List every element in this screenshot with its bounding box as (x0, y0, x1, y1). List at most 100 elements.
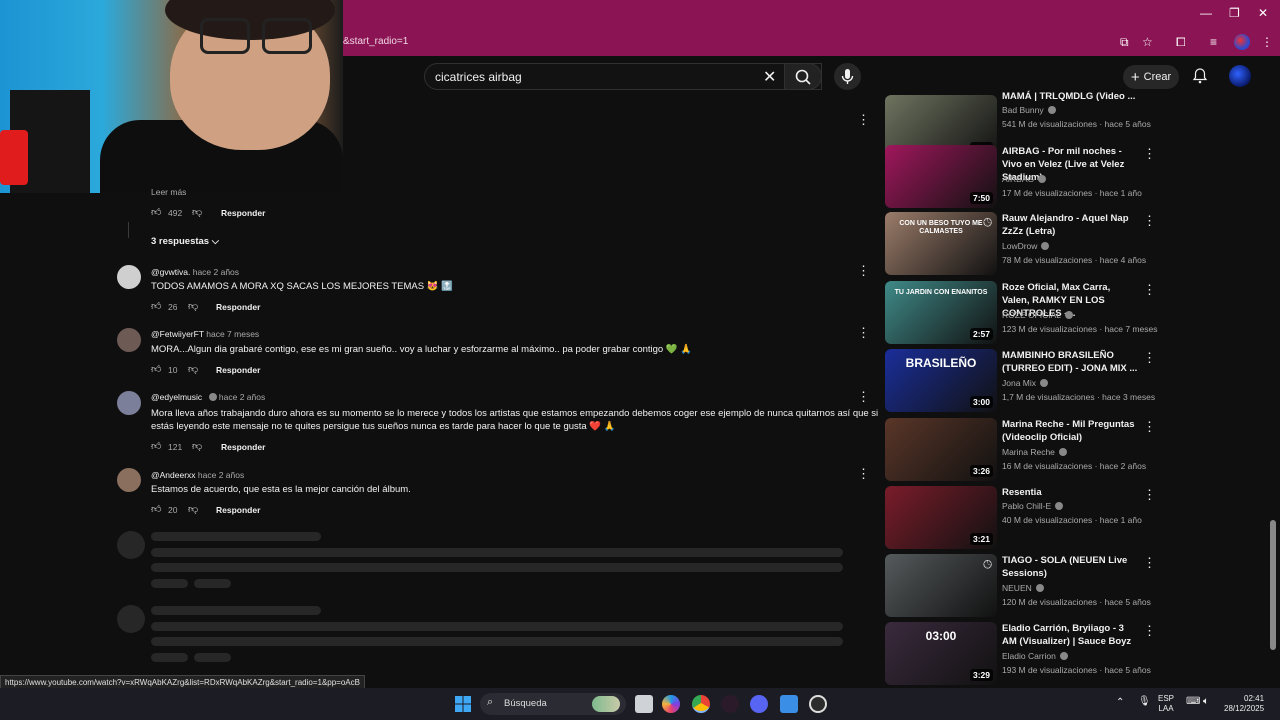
create-label: Crear (1143, 71, 1172, 83)
comment-avatar[interactable] (117, 391, 141, 415)
verified-icon (1047, 106, 1056, 114)
chrome-icon[interactable] (692, 695, 710, 713)
rec-thumbnail[interactable]: 7:50 (885, 145, 997, 208)
copilot-icon[interactable] (662, 695, 680, 713)
task-view-icon[interactable] (635, 695, 653, 713)
url-text[interactable]: &start_radio=1 (343, 36, 408, 47)
rec-title[interactable]: TIAGO - SOLA (NEUEN Live Sessions) (1002, 554, 1140, 580)
rec-thumbnail[interactable]: 03:00 3:29 (885, 622, 997, 685)
dislike-icon[interactable]: 👎︎ (188, 300, 198, 312)
comment-avatar[interactable] (117, 328, 141, 352)
rec-channel[interactable]: Pablo Chill-E (1002, 501, 1064, 511)
reply-button[interactable]: Responder (221, 442, 265, 452)
dislike-icon[interactable]: 👎︎ (188, 503, 198, 515)
watch-later-icon[interactable]: 🕒︎ (983, 559, 992, 572)
like-icon[interactable]: 👍︎ (151, 503, 161, 515)
rec-channel[interactable]: LowDrow (1002, 241, 1050, 251)
comment-menu-icon[interactable]: ⋮ (857, 113, 870, 126)
rec-thumbnail[interactable]: 3:21 (885, 486, 997, 549)
taskbar-search[interactable]: ⌕ Búsqueda (480, 693, 626, 715)
rec-title[interactable]: Marina Reche - Mil Preguntas (Videoclip … (1002, 418, 1140, 444)
rec-channel[interactable]: ROZE OFICIAL (1002, 310, 1074, 320)
like-icon[interactable]: 👍︎ (151, 363, 161, 375)
like-icon[interactable]: 👍︎ (151, 206, 161, 218)
browser-menu-icon[interactable]: ⋮ (1261, 35, 1273, 49)
mic-tray-icon[interactable]: 🎙︎ (1138, 697, 1151, 707)
dislike-icon[interactable]: 👎︎ (192, 440, 202, 452)
rec-title[interactable]: Resentia (1002, 486, 1140, 499)
rec-menu-icon[interactable]: ⋮ (1143, 146, 1156, 162)
reply-button[interactable]: Responder (216, 302, 260, 312)
rec-channel[interactable]: Bad Bunny (1002, 105, 1056, 115)
search-icon: ⌕ (487, 696, 494, 708)
rec-menu-icon[interactable]: ⋮ (1143, 419, 1156, 435)
voice-search-button[interactable] (834, 63, 861, 90)
rec-channel[interactable]: AIRBAG (1002, 174, 1047, 184)
rec-thumbnail[interactable]: CON UN BESO TUYO ME CALMASTES 🕒︎ (885, 212, 997, 275)
comment-author: @FetwiiyerFT hace 7 meses (151, 329, 260, 339)
rec-menu-icon[interactable]: ⋮ (1143, 282, 1156, 298)
page-scrollbar[interactable] (1270, 520, 1276, 650)
install-app-icon[interactable]: ⧉ (1120, 35, 1129, 50)
replies-toggle[interactable]: 3 respuestas ⌵ (151, 236, 219, 247)
reply-button[interactable]: Responder (216, 505, 260, 515)
bookmark-star-icon[interactable]: ☆ (1142, 35, 1153, 49)
skeleton-line (194, 653, 231, 662)
rec-channel[interactable]: Marina Reche (1002, 447, 1067, 457)
account-avatar[interactable] (1229, 65, 1251, 87)
rec-thumbnail[interactable]: 3:26 (885, 418, 997, 481)
maximize-icon[interactable]: ❐ (1229, 6, 1240, 20)
network-icon[interactable]: ⌨ (1186, 697, 1200, 707)
comment-menu-icon[interactable]: ⋮ (857, 390, 870, 403)
read-more-link[interactable]: Leer más (151, 187, 186, 197)
windows-start-icon[interactable] (455, 696, 471, 712)
rec-menu-icon[interactable]: ⋮ (1143, 487, 1156, 503)
rec-channel[interactable]: Jona Mix (1002, 378, 1049, 388)
rec-title[interactable]: Rauw Alejandro - Aquel Nap ZzZz (Letra) (1002, 212, 1140, 238)
comment-menu-icon[interactable]: ⋮ (857, 467, 870, 480)
reply-button[interactable]: Responder (221, 208, 265, 218)
volume-icon[interactable]: 🔈︎ (1203, 697, 1209, 707)
rec-menu-icon[interactable]: ⋮ (1143, 213, 1156, 229)
notifications-bell-icon[interactable] (1193, 68, 1207, 84)
extensions-icon[interactable]: ⧠ (1176, 35, 1186, 50)
rec-title[interactable]: MAMBINHO BRASILEÑO (TURREO EDIT) - JONA … (1002, 349, 1140, 375)
like-icon[interactable]: 👍︎ (151, 440, 161, 452)
rec-channel[interactable]: Eladio Carrion (1002, 651, 1068, 661)
create-button[interactable]: + Crear (1123, 65, 1179, 89)
clear-search-icon[interactable]: ✕ (763, 67, 776, 87)
verified-icon (208, 393, 217, 401)
comment-menu-icon[interactable]: ⋮ (857, 326, 870, 339)
minimize-icon[interactable]: — (1200, 6, 1212, 20)
reply-button[interactable]: Responder (216, 365, 260, 375)
dislike-icon[interactable]: 👎︎ (188, 363, 198, 375)
profile-avatar[interactable] (1234, 34, 1250, 50)
chevron-up-icon[interactable]: ⌃ (1116, 698, 1124, 708)
comment-avatar[interactable] (117, 468, 141, 492)
rec-title[interactable]: Eladio Carrión, Bryiiago - 3 AM (Visuali… (1002, 622, 1140, 648)
search-button[interactable] (784, 63, 822, 90)
rec-thumbnail[interactable]: TU JARDIN CON ENANITOS 2:57 (885, 281, 997, 344)
discord-icon[interactable] (750, 695, 768, 713)
rec-menu-icon[interactable]: ⋮ (1143, 623, 1156, 639)
close-window-icon[interactable]: ✕ (1258, 6, 1268, 20)
rec-thumbnail[interactable]: 🕒︎ (885, 554, 997, 617)
rec-menu-icon[interactable]: ⋮ (1143, 350, 1156, 366)
verified-icon (1040, 379, 1049, 387)
comment-avatar[interactable] (117, 265, 141, 289)
photos-icon[interactable] (780, 695, 798, 713)
obs-icon[interactable] (809, 695, 827, 713)
rec-menu-icon[interactable]: ⋮ (1143, 555, 1156, 571)
app-icon[interactable] (721, 695, 739, 713)
dislike-icon[interactable]: 👎︎ (192, 206, 202, 218)
rec-channel[interactable]: NEUEN (1002, 583, 1044, 593)
comment-menu-icon[interactable]: ⋮ (857, 264, 870, 277)
like-icon[interactable]: 👍︎ (151, 300, 161, 312)
rec-thumbnail[interactable]: BRASILEÑO 3:00 (885, 349, 997, 412)
search-highlight-icon (592, 696, 620, 712)
watch-later-icon[interactable]: 🕒︎ (983, 217, 992, 230)
rec-title[interactable]: MAMÁ | TRLQMDLG (Video ... (1002, 90, 1140, 103)
clock[interactable]: 02:41 28/12/2025 (1224, 694, 1264, 714)
media-control-icon[interactable]: ≡ (1210, 35, 1217, 49)
language-indicator[interactable]: ESP LAA (1158, 694, 1174, 714)
